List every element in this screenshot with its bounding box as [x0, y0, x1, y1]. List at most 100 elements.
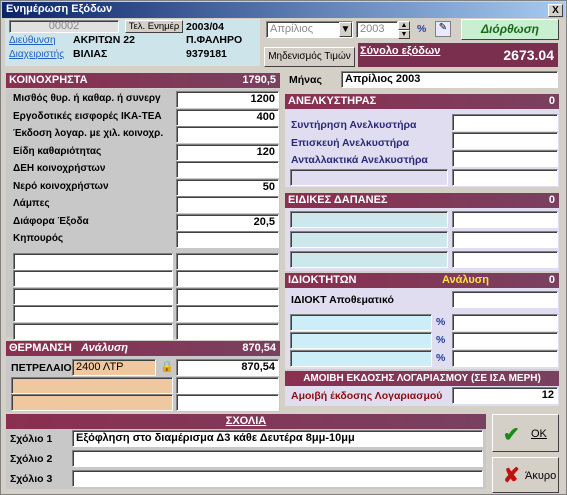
- manager-link[interactable]: Διαχειριστής: [9, 49, 64, 60]
- special-header: ΕΙΔΙΚΕΣ ΔΑΠΑΝΕΣ 0: [285, 193, 559, 208]
- chevron-down-icon[interactable]: ▼: [339, 22, 352, 37]
- year-input[interactable]: 2003: [356, 21, 398, 38]
- special-amount-1[interactable]: [452, 211, 558, 228]
- elevator-amount-4[interactable]: [452, 169, 558, 186]
- owners-item-2[interactable]: [290, 332, 432, 349]
- heating-header: ΘΕΡΜΑΝΣΗ Ανάλυση 870,54: [6, 341, 280, 356]
- phone-value: 9379181: [186, 48, 227, 60]
- elevator-row-2: Επισκευή Ανελκυστήρα: [291, 137, 410, 149]
- owners-item-1[interactable]: [290, 314, 432, 331]
- owners-header: ΙΔΙΟΚΤΗΤΩΝ Ανάλυση 0: [285, 273, 559, 288]
- comment-label-3: Σχόλιο 3: [10, 473, 53, 485]
- common-row-value[interactable]: [176, 126, 279, 143]
- common-extra-label[interactable]: [13, 270, 173, 287]
- year-up-icon[interactable]: ▲: [398, 21, 410, 30]
- common-extra-label[interactable]: [13, 305, 173, 322]
- period-value: 2003/04: [186, 21, 224, 33]
- elevator-total: 0: [548, 95, 555, 107]
- common-row-value[interactable]: 20,5: [176, 213, 279, 231]
- common-extra-value[interactable]: [176, 252, 279, 270]
- zero-values-button[interactable]: Μηδενισμός Τιμών: [264, 47, 355, 67]
- cancel-button[interactable]: ✘ Άκυρο: [492, 457, 559, 493]
- elevator-panel: Συντήρηση Ανελκυστήρα Επισκευή Ανελκυστή…: [285, 109, 559, 187]
- elevator-title: ΑΝΕΛΚΥΣΤΗΡΑΣ: [288, 95, 377, 107]
- fee-amount[interactable]: 12: [452, 387, 558, 404]
- lock-icon[interactable]: 🔒: [160, 360, 174, 374]
- common-extra-value[interactable]: [176, 270, 279, 287]
- fuel-label: ΠΕΤΡΕΛΑΙΟ: [11, 362, 72, 374]
- street-value: ΑΚΡΙΤΩΝ 22: [73, 34, 135, 46]
- owners-item-3[interactable]: [290, 350, 432, 367]
- month-label: Μήνας: [289, 74, 322, 86]
- heating-total: 870,54: [242, 342, 276, 354]
- common-extra-label[interactable]: [13, 252, 173, 270]
- owners-amount-2[interactable]: [452, 332, 558, 349]
- correction-button[interactable]: Διόρθωση: [461, 19, 559, 40]
- special-item-3[interactable]: [290, 251, 448, 268]
- comment-input-1[interactable]: Εξόφληση στο διαμέρισμα Δ3 κάθε Δευτέρα …: [72, 430, 483, 447]
- fee-panel: Αμοιβή έκδοσης Λογαριασμού 12: [285, 386, 559, 406]
- owners-amount-3[interactable]: [452, 350, 558, 367]
- edit-icon[interactable]: ✎: [435, 21, 451, 37]
- cancel-label: Άκυρο: [525, 470, 557, 482]
- common-row-label: Διάφορα Έξοδα: [13, 215, 89, 227]
- last-update-label[interactable]: Τελ. Ενημέρ: [125, 20, 183, 33]
- common-row-label: Μισθός θυρ. ή καθαρ. ή συνεργ: [13, 93, 161, 104]
- common-extra-value[interactable]: [176, 305, 279, 322]
- close-button[interactable]: X: [548, 4, 563, 17]
- common-row-value[interactable]: 120: [176, 143, 279, 161]
- common-row-label: Είδη καθαριότητας: [13, 145, 102, 157]
- common-header: ΚΟΙΝΟΧΡΗΣΤΑ 1790,5: [6, 73, 280, 88]
- elevator-extra[interactable]: [290, 169, 448, 186]
- special-amount-2[interactable]: [452, 231, 558, 248]
- common-row-label: Εργοδοτικές εισφορές ΙΚΑ-ΤΕΑ: [13, 110, 162, 122]
- city-value: Π.ΦΑΛΗΡΟ: [186, 34, 243, 46]
- common-extra-label[interactable]: [13, 287, 173, 305]
- total-panel: Σύνολο εξόδων 2673.04: [358, 43, 558, 67]
- common-row-value[interactable]: 1200: [176, 91, 279, 108]
- reserve-label: ΙΔΙΟΚΤ Αποθεματικό: [291, 294, 394, 306]
- common-extra-value[interactable]: [176, 322, 279, 340]
- special-panel: [285, 208, 559, 271]
- comment-input-3[interactable]: [72, 470, 483, 487]
- owners-amount-1[interactable]: [452, 314, 558, 331]
- reserve-amount[interactable]: [452, 291, 558, 308]
- ok-button[interactable]: ✔ ΟΚ: [492, 414, 559, 452]
- heating-extra-amount-1[interactable]: [176, 377, 279, 394]
- owners-panel: ΙΔΙΟΚΤ Αποθεματικό % % %: [285, 288, 559, 369]
- common-extra-label[interactable]: [13, 322, 173, 340]
- heating-amount[interactable]: 870,54: [176, 359, 279, 376]
- special-item-1[interactable]: [290, 211, 448, 228]
- month-value[interactable]: Απρίλιος 2003: [341, 71, 558, 88]
- comment-input-2[interactable]: [72, 450, 483, 467]
- common-row-value[interactable]: [176, 161, 279, 178]
- heating-extra-2[interactable]: [11, 394, 173, 411]
- fuel-quantity[interactable]: 2400 ΛΤΡ: [72, 359, 156, 376]
- elevator-amount-2[interactable]: [452, 132, 558, 149]
- elevator-amount-1[interactable]: [452, 114, 558, 131]
- common-row-label: Κηπουρός: [13, 233, 64, 244]
- common-row-value[interactable]: 400: [176, 108, 279, 126]
- special-amount-3[interactable]: [452, 251, 558, 268]
- common-row-value[interactable]: [176, 231, 279, 248]
- owners-analysis: Ανάλυση: [442, 274, 490, 286]
- elevator-amount-3[interactable]: [452, 150, 558, 167]
- common-extra-value[interactable]: [176, 287, 279, 305]
- heating-extra-amount-2[interactable]: [176, 394, 279, 411]
- fee-header: ΑΜΟΙΒΗ ΕΚΔΟΣΗΣ ΛΟΓΑΡΙΑΣΜΟΥ (ΣΕ ΙΣΑ ΜΕΡΗ): [285, 371, 559, 386]
- common-row-value[interactable]: [176, 196, 279, 213]
- building-code: 00002: [9, 20, 119, 33]
- title-bar: Ενημέρωση Εξόδων X: [2, 2, 565, 18]
- special-item-2[interactable]: [290, 231, 448, 248]
- heating-extra-1[interactable]: [11, 377, 173, 394]
- ok-label: ΟΚ: [531, 428, 547, 440]
- address-link[interactable]: Διεύθυνση: [9, 35, 56, 46]
- year-down-icon[interactable]: ▼: [398, 30, 410, 39]
- elevator-header: ΑΝΕΛΚΥΣΤΗΡΑΣ 0: [285, 94, 559, 109]
- owners-percent-1: %: [436, 316, 446, 328]
- common-total: 1790,5: [242, 74, 276, 86]
- common-row-value[interactable]: 50: [176, 178, 279, 196]
- owners-percent-2: %: [436, 334, 446, 346]
- comment-label-2: Σχόλιο 2: [10, 453, 53, 465]
- checkmark-icon: ✔: [503, 424, 520, 446]
